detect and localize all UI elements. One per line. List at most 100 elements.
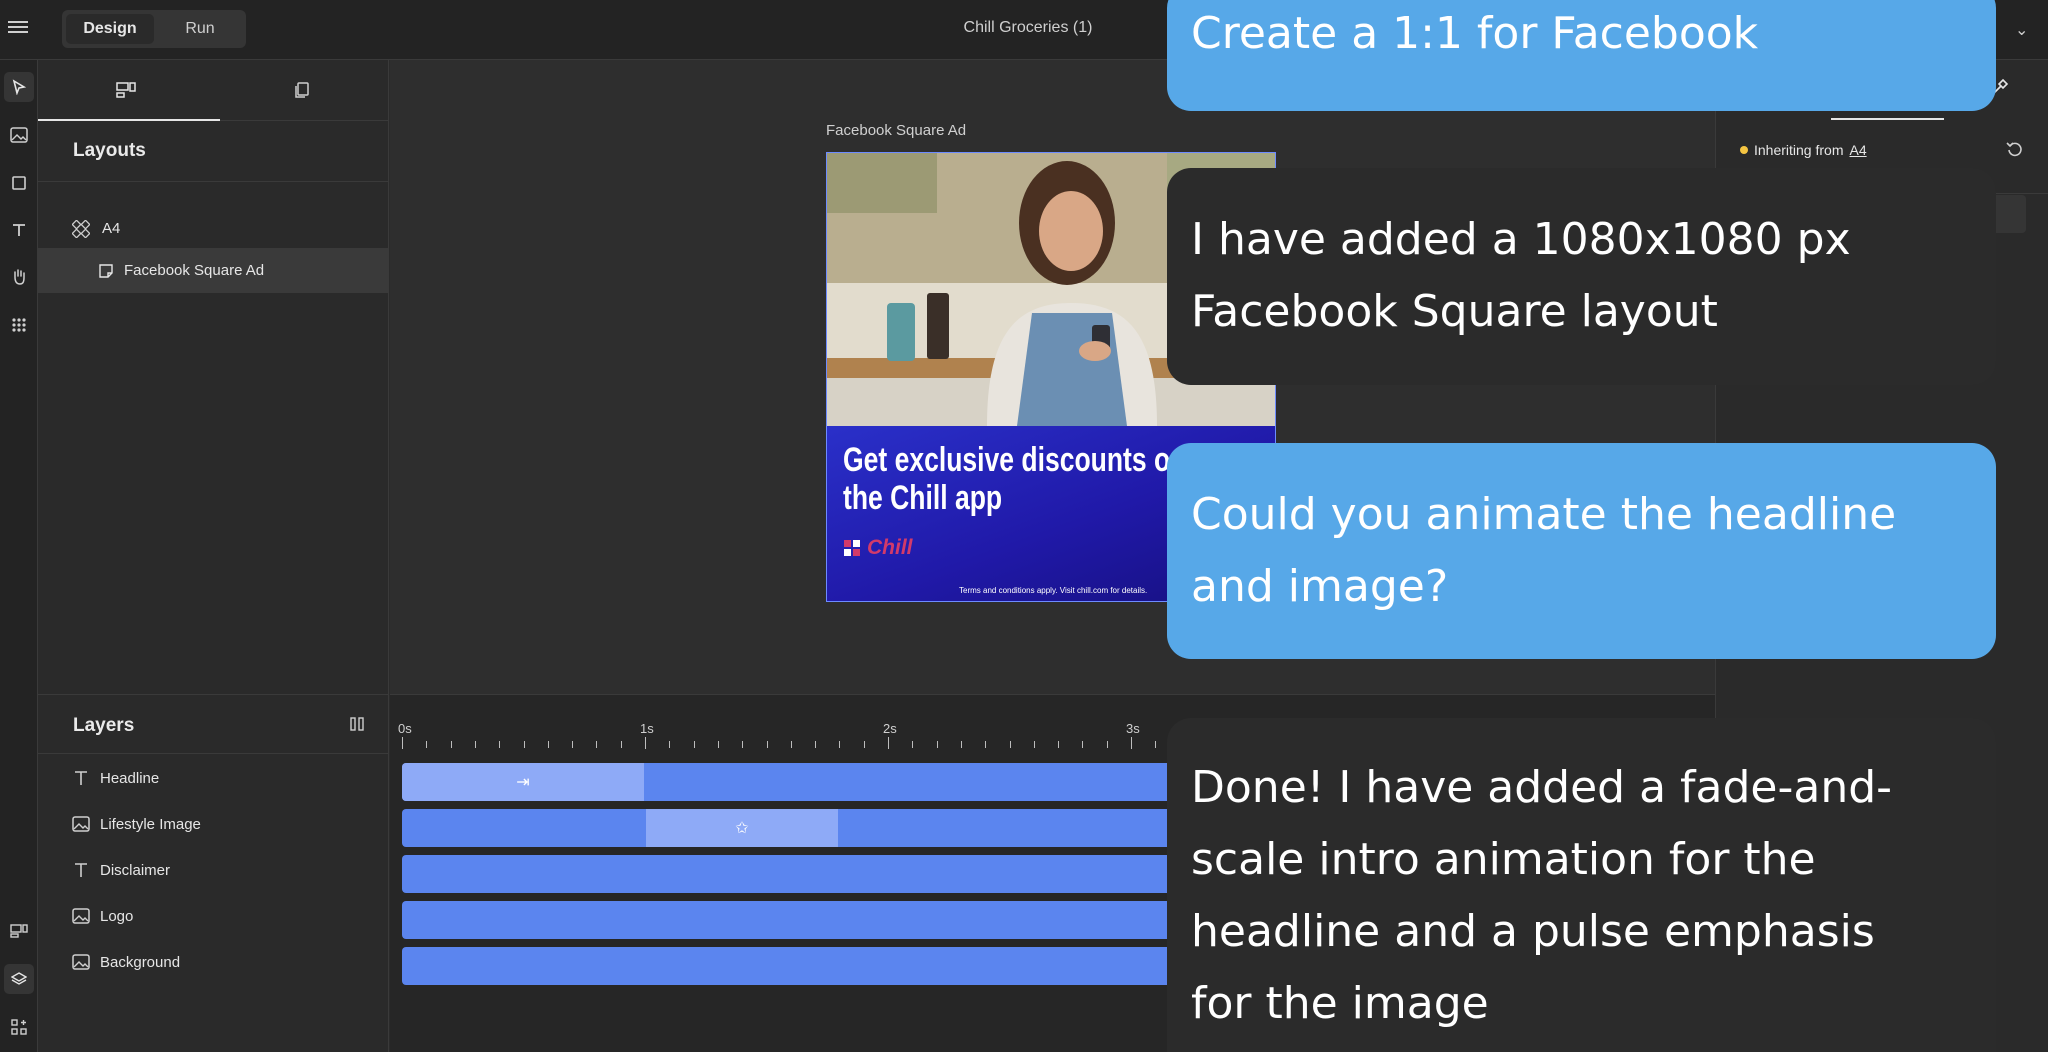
chat-text-line-2: Facebook Square layout xyxy=(1191,286,1718,337)
tick-label-2s: 2s xyxy=(883,721,897,736)
ad-disclaimer[interactable]: Terms and conditions apply. Visit chill.… xyxy=(959,586,1147,595)
ruler-minor-tick xyxy=(985,741,987,748)
chevron-down-icon[interactable]: ⌄ xyxy=(2015,20,2028,40)
inheriting-from-link[interactable]: A4 xyxy=(1849,142,1866,158)
ruler-major-tick xyxy=(1131,737,1132,749)
reset-icon[interactable] xyxy=(2006,140,2024,163)
tab-pages[interactable] xyxy=(214,60,389,120)
layer-row-logo[interactable]: Logo xyxy=(38,893,389,939)
active-tab-indicator xyxy=(38,119,220,121)
chat-text-line-2: and image? xyxy=(1191,561,1449,612)
ruler-minor-tick xyxy=(1155,741,1157,748)
tick-label-1s: 1s xyxy=(640,721,654,736)
apps-grid-icon[interactable] xyxy=(4,310,34,340)
ruler-minor-tick xyxy=(1106,741,1108,748)
hand-tool-icon[interactable] xyxy=(4,262,34,292)
select-tool-icon[interactable] xyxy=(4,72,34,102)
chat-text: Create a 1:1 for Facebook xyxy=(1191,8,1759,59)
headline-line-2: the Chill app xyxy=(843,479,1003,517)
inheriting-info: Inheriting from A4 xyxy=(1740,142,1867,158)
layouts-title: Layouts xyxy=(73,140,146,161)
layout-item-a4[interactable]: A4 xyxy=(38,206,389,251)
tab-design[interactable]: Design xyxy=(66,14,154,44)
tab-layouts[interactable] xyxy=(38,60,213,120)
panel-tabs xyxy=(38,60,389,121)
chat-text-line-1: I have added a 1080x1080 px xyxy=(1191,214,1851,265)
ruler-minor-tick xyxy=(1009,741,1011,748)
ruler-minor-tick xyxy=(693,741,695,748)
ruler-major-tick xyxy=(645,737,646,749)
ruler-minor-tick xyxy=(815,741,817,748)
image-icon xyxy=(72,954,90,970)
chat-text-line-1: Could you animate the headline xyxy=(1191,489,1897,540)
chat-text-line-1: Done! I have added a fade-and- xyxy=(1191,762,1893,813)
ruler-minor-tick xyxy=(596,741,598,748)
headline-intro-animation[interactable]: ⇥ xyxy=(402,763,644,801)
tab-run[interactable]: Run xyxy=(158,14,242,44)
chat-message-ai-2: Done! I have added a fade-and- scale int… xyxy=(1167,718,1996,1052)
layer-row-lifestyle-image[interactable]: Lifestyle Image xyxy=(38,801,389,847)
shape-tool-icon[interactable] xyxy=(4,168,34,198)
image-icon xyxy=(72,908,90,924)
ruler-minor-tick xyxy=(669,741,671,748)
menu-icon[interactable] xyxy=(8,18,28,38)
columns-icon[interactable] xyxy=(350,717,364,736)
component-icon xyxy=(72,219,90,238)
headline-line-1: Get exclusive discounts on xyxy=(843,441,1187,479)
ruler-minor-tick xyxy=(717,741,719,748)
layer-row-headline[interactable]: Headline xyxy=(38,755,389,801)
ruler-minor-tick xyxy=(474,741,476,748)
artboard-label[interactable]: Facebook Square Ad xyxy=(826,122,966,139)
text-tool-icon[interactable] xyxy=(4,215,34,245)
chat-text-line-3: headline and a pulse emphasis xyxy=(1191,906,1875,957)
image-tool-icon[interactable] xyxy=(4,120,34,150)
chill-logo-mark-icon xyxy=(844,540,860,556)
layer-label: Lifestyle Image xyxy=(100,815,201,833)
arrow-to-line-icon: ⇥ xyxy=(516,774,530,791)
layouts-tab-icon xyxy=(115,82,136,98)
layer-label: Background xyxy=(100,953,181,971)
page-icon xyxy=(98,263,114,279)
image-icon xyxy=(72,816,90,832)
ad-logo[interactable]: Chill xyxy=(843,536,913,560)
tool-bar xyxy=(0,60,38,1052)
image-emphasis-animation[interactable]: ✩ xyxy=(646,809,838,847)
ruler-minor-tick xyxy=(572,741,574,748)
track-lifestyle-image[interactable]: ✩ xyxy=(402,809,1202,847)
track-disclaimer[interactable] xyxy=(402,855,1202,893)
track-headline[interactable]: ⇥ xyxy=(402,763,1202,801)
layout-item-facebook-square-ad[interactable]: Facebook Square Ad xyxy=(38,248,389,293)
layer-label: Logo xyxy=(100,907,134,925)
sparkle-icon: ✩ xyxy=(735,820,749,837)
ruler-minor-tick xyxy=(1058,741,1060,748)
text-icon xyxy=(72,769,90,787)
divider xyxy=(38,181,389,182)
layer-row-background[interactable]: Background xyxy=(38,939,389,985)
ruler-minor-tick xyxy=(523,741,525,748)
layouts-icon[interactable] xyxy=(4,916,34,946)
layer-row-disclaimer[interactable]: Disclaimer xyxy=(38,847,389,893)
add-widget-icon[interactable] xyxy=(4,1012,34,1042)
chat-message-user-1: Create a 1:1 for Facebook xyxy=(1167,0,1996,111)
layers-title: Layers xyxy=(73,715,135,736)
ruler-minor-tick xyxy=(426,741,428,748)
document-title: Chill Groceries (1) xyxy=(963,19,1093,36)
logo-text: Chill xyxy=(867,536,913,559)
track-logo[interactable] xyxy=(402,901,1202,939)
layers-icon[interactable] xyxy=(4,964,34,994)
ruler-minor-tick xyxy=(547,741,549,748)
layers-panel: Layers Headline Lifestyle Image Disclaim… xyxy=(38,694,389,1052)
ruler-minor-tick xyxy=(912,741,914,748)
ruler-minor-tick xyxy=(960,741,962,748)
app-root: Design Run Chill Groceries (1) ⌄ Layouts… xyxy=(0,0,2048,1052)
track-background[interactable] xyxy=(402,947,1202,985)
ruler-minor-tick xyxy=(936,741,938,748)
mode-tabs: Design Run xyxy=(62,10,246,48)
divider xyxy=(38,753,389,754)
text-icon xyxy=(72,861,90,879)
ruler-minor-tick xyxy=(499,741,501,748)
chat-text-line-4: for the image xyxy=(1191,978,1489,1029)
ruler-minor-tick xyxy=(1033,741,1035,748)
ad-headline[interactable]: Get exclusive discounts on the Chill app xyxy=(843,441,1187,517)
layouts-panel: Layouts A4 Facebook Square Ad xyxy=(38,60,389,694)
